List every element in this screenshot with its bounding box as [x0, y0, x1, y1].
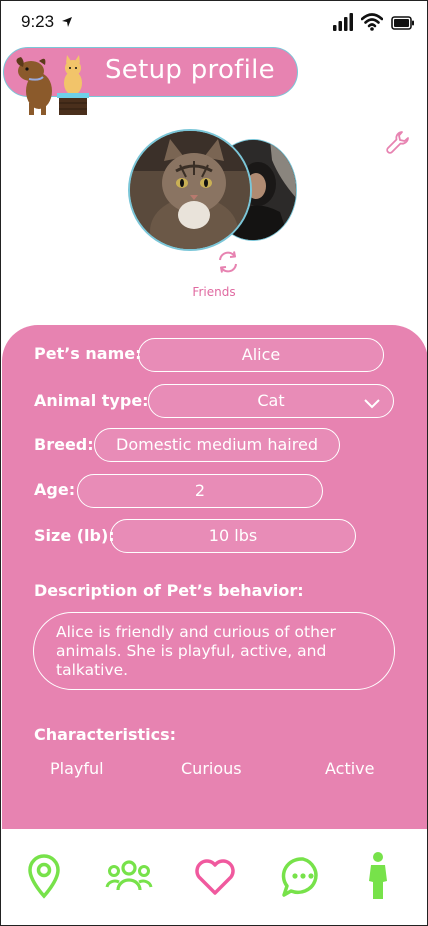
status-icons	[333, 13, 415, 35]
animal-type-select[interactable]: Cat	[148, 384, 394, 418]
wifi-icon	[360, 13, 384, 35]
pet-name-input[interactable]: Alice	[138, 338, 384, 372]
signal-icon	[333, 13, 353, 35]
wrench-icon[interactable]	[385, 129, 411, 159]
cat-photo[interactable]	[128, 129, 252, 251]
size-label: Size (lb):	[34, 526, 115, 545]
dog-and-cat-mascot-icon	[9, 51, 93, 121]
chevron-down-icon	[363, 391, 381, 422]
characteristic-tag[interactable]: Playful	[50, 759, 104, 778]
app-screen: 9:23 Setup profile Friends Pet’s name: A…	[0, 0, 428, 926]
breed-input[interactable]: Domestic medium haired	[94, 428, 340, 462]
page-title: Setup profile	[105, 55, 275, 85]
age-input[interactable]: 2	[77, 474, 323, 508]
characteristic-tag[interactable]: Curious	[181, 759, 242, 778]
group-icon[interactable]	[105, 859, 153, 897]
characteristics-label: Characteristics:	[34, 725, 177, 744]
battery-icon	[391, 15, 415, 34]
animal-type-label: Animal type:	[34, 391, 149, 410]
breed-label: Breed:	[34, 435, 94, 454]
age-label: Age:	[34, 480, 76, 499]
swap-label[interactable]: Friends	[1, 285, 427, 299]
person-icon[interactable]	[367, 851, 389, 905]
heart-icon[interactable]	[193, 857, 237, 901]
status-time: 9:23	[21, 12, 55, 31]
animal-type-value: Cat	[257, 391, 285, 410]
location-arrow-icon	[61, 13, 73, 32]
status-bar: 9:23	[1, 9, 427, 37]
description-textarea[interactable]: Alice is friendly and curious of other a…	[33, 612, 395, 690]
bottom-nav	[1, 829, 427, 925]
description-label: Description of Pet’s behavior:	[34, 581, 304, 600]
characteristic-tag[interactable]: Active	[325, 759, 375, 778]
size-input[interactable]: 10 lbs	[110, 519, 356, 553]
map-pin-icon[interactable]	[26, 853, 62, 903]
pet-name-label: Pet’s name:	[34, 344, 142, 363]
chat-icon[interactable]	[281, 855, 325, 903]
swap-icon[interactable]	[215, 249, 241, 279]
